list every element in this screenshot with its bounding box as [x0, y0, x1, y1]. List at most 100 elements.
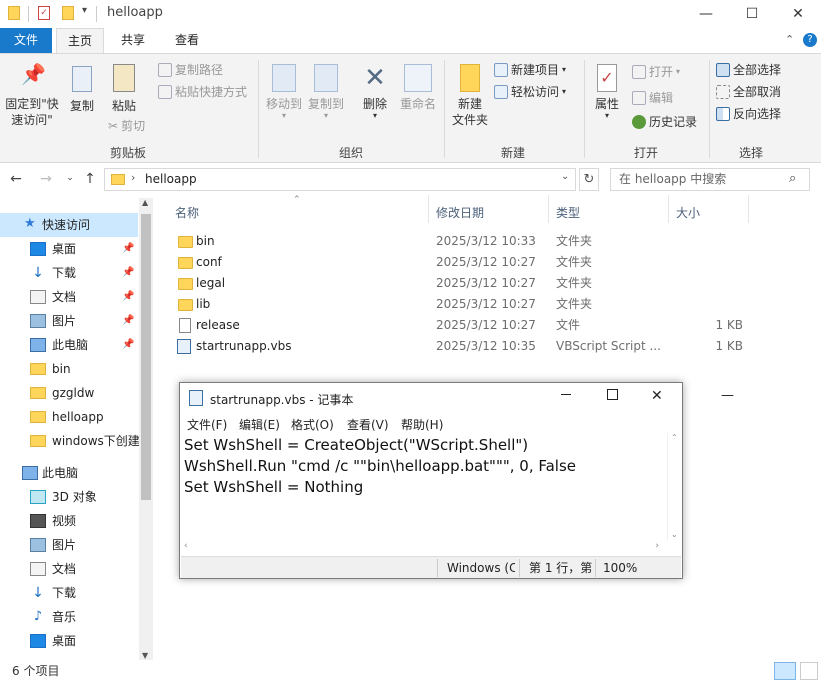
new-folder-quick-icon[interactable]: [62, 6, 74, 20]
column-type[interactable]: 类型: [556, 204, 580, 221]
nav-item[interactable]: gzgldw: [0, 381, 140, 405]
notepad-vertical-scrollbar[interactable]: ⌃ ⌄: [667, 433, 681, 541]
nav-item[interactable]: 图片: [0, 533, 140, 557]
up-arrow-icon[interactable]: ↑: [80, 171, 100, 189]
edit-button[interactable]: 编辑: [632, 88, 673, 108]
customize-toolbar-icon[interactable]: ▾: [82, 5, 87, 16]
rename-button[interactable]: 重命名: [396, 64, 440, 112]
column-separator[interactable]: [548, 195, 549, 223]
nav-item[interactable]: 3D 对象: [0, 485, 140, 509]
tab-home[interactable]: 主页: [56, 28, 104, 53]
help-icon[interactable]: ?: [803, 33, 817, 47]
nav-scrollbar-thumb[interactable]: [141, 214, 151, 500]
column-separator[interactable]: [748, 195, 749, 223]
new-item-button[interactable]: 新建项目 ▾: [494, 60, 566, 80]
delete-button[interactable]: ✕ 删除 ▾: [356, 64, 394, 120]
tab-view[interactable]: 查看: [162, 28, 212, 53]
maximize-button[interactable]: ☐: [729, 0, 775, 28]
nav-item[interactable]: 文档 📌: [0, 285, 140, 309]
pin-icon[interactable]: 📌: [122, 333, 134, 357]
nav-item[interactable]: ↓ 下载 📌: [0, 261, 140, 285]
copy-button[interactable]: 复制: [64, 66, 100, 114]
notepad-close-button[interactable]: ✕: [651, 388, 663, 404]
column-name[interactable]: 名称: [175, 204, 199, 221]
nav-item[interactable]: 此电脑 📌: [0, 333, 140, 357]
nav-item[interactable]: windows下创建: [0, 429, 140, 453]
breadcrumb-chevron-icon[interactable]: ›: [131, 171, 135, 184]
back-arrow-icon[interactable]: ←: [6, 171, 26, 189]
new-folder-button[interactable]: 新建 文件夹: [448, 64, 492, 128]
tab-share[interactable]: 共享: [108, 28, 158, 53]
search-icon[interactable]: ⌕: [789, 171, 796, 186]
notepad-menu-item[interactable]: 帮助(H): [401, 416, 443, 433]
forward-arrow-icon[interactable]: →: [36, 171, 56, 189]
history-button[interactable]: 历史记录: [632, 112, 697, 132]
pin-quick-access-button[interactable]: 📌 固定到"快 速访问": [2, 64, 62, 128]
minimize-button[interactable]: —: [683, 0, 729, 28]
nav-item[interactable]: ♪ 音乐: [0, 605, 140, 629]
search-input[interactable]: 在 helloapp 中搜索: [610, 168, 810, 191]
copy-to-button[interactable]: 复制到 ▾: [304, 64, 348, 120]
scroll-up-icon[interactable]: ⌃: [671, 433, 678, 442]
easy-access-button[interactable]: 轻松访问 ▾: [494, 82, 566, 102]
notepad-menu-item[interactable]: 编辑(E): [239, 416, 280, 433]
scroll-left-icon[interactable]: ‹: [184, 541, 188, 551]
pin-icon[interactable]: 📌: [122, 285, 134, 309]
select-none-button[interactable]: 全部取消: [716, 82, 781, 102]
nav-item[interactable]: bin: [0, 357, 140, 381]
nav-item[interactable]: 桌面: [0, 629, 140, 653]
collapse-ribbon-icon[interactable]: ⌃: [785, 33, 794, 46]
table-row[interactable]: lib 2025/3/12 10:27 文件夹: [173, 294, 793, 315]
table-row[interactable]: legal 2025/3/12 10:27 文件夹: [173, 273, 793, 294]
column-separator[interactable]: [428, 195, 429, 223]
nav-item[interactable]: ↓ 下载: [0, 581, 140, 605]
table-row[interactable]: release 2025/3/12 10:27 文件 1 KB: [173, 315, 793, 336]
notepad-minimize-button[interactable]: —: [721, 388, 734, 403]
table-row[interactable]: bin 2025/3/12 10:33 文件夹: [173, 231, 793, 252]
nav-item[interactable]: 图片 📌: [0, 309, 140, 333]
move-to-button[interactable]: 移动到 ▾: [262, 64, 306, 120]
notepad-text-area[interactable]: Set WshShell = CreateObject("WScript.She…: [181, 433, 669, 541]
pin-icon[interactable]: 📌: [122, 237, 134, 261]
open-button[interactable]: 打开 ▾: [632, 62, 680, 82]
scroll-down-icon[interactable]: ▼: [142, 651, 148, 660]
column-modified[interactable]: 修改日期: [436, 204, 484, 221]
properties-button[interactable]: ✓ 属性 ▾: [588, 64, 626, 120]
quick-access-item[interactable]: ★ 快速访问: [0, 213, 138, 237]
table-row[interactable]: conf 2025/3/12 10:27 文件夹: [173, 252, 793, 273]
pin-icon[interactable]: 📌: [122, 309, 134, 333]
tab-file[interactable]: 文件: [0, 28, 52, 53]
nav-item[interactable]: 桌面 📌: [0, 237, 140, 261]
notepad-menu-item[interactable]: 文件(F): [187, 416, 227, 433]
copy-path-button[interactable]: 复制路径: [158, 60, 223, 80]
nav-item[interactable]: 文档: [0, 557, 140, 581]
this-pc-item[interactable]: 此电脑: [0, 461, 140, 485]
notepad-menu-item[interactable]: 格式(O): [291, 416, 334, 433]
scroll-up-icon[interactable]: ▲: [142, 198, 148, 207]
scroll-down-icon[interactable]: ⌄: [671, 530, 678, 539]
column-size[interactable]: 大小: [676, 204, 700, 221]
scroll-right-icon[interactable]: ›: [655, 541, 659, 551]
recent-locations-icon[interactable]: ⌄: [60, 173, 80, 191]
notepad-maximize-button[interactable]: [607, 389, 618, 400]
invert-selection-button[interactable]: 反向选择: [716, 104, 781, 124]
breadcrumb[interactable]: helloapp: [145, 172, 197, 186]
refresh-icon[interactable]: ↻: [579, 168, 599, 191]
address-bar[interactable]: › helloapp ⌄: [104, 168, 576, 191]
notepad-menu-item[interactable]: 查看(V): [347, 416, 389, 433]
address-dropdown-icon[interactable]: ⌄: [561, 171, 569, 182]
notepad-minimize-icon[interactable]: [561, 394, 571, 395]
cut-button[interactable]: ✂ 剪切: [108, 116, 145, 136]
notepad-horizontal-scrollbar[interactable]: ‹ ›: [181, 541, 667, 555]
column-separator[interactable]: [668, 195, 669, 223]
close-button[interactable]: ✕: [775, 0, 821, 28]
pin-icon[interactable]: 📌: [122, 261, 134, 285]
details-view-icon[interactable]: [774, 662, 796, 680]
nav-item[interactable]: 视频: [0, 509, 140, 533]
select-all-button[interactable]: 全部选择: [716, 60, 781, 80]
properties-quick-icon[interactable]: ✓: [38, 6, 50, 20]
nav-item[interactable]: helloapp: [0, 405, 140, 429]
paste-shortcut-button[interactable]: 粘贴快捷方式: [158, 82, 247, 102]
large-icons-view-icon[interactable]: [800, 662, 818, 680]
table-row[interactable]: startrunapp.vbs 2025/3/12 10:35 VBScript S…: [173, 336, 793, 357]
